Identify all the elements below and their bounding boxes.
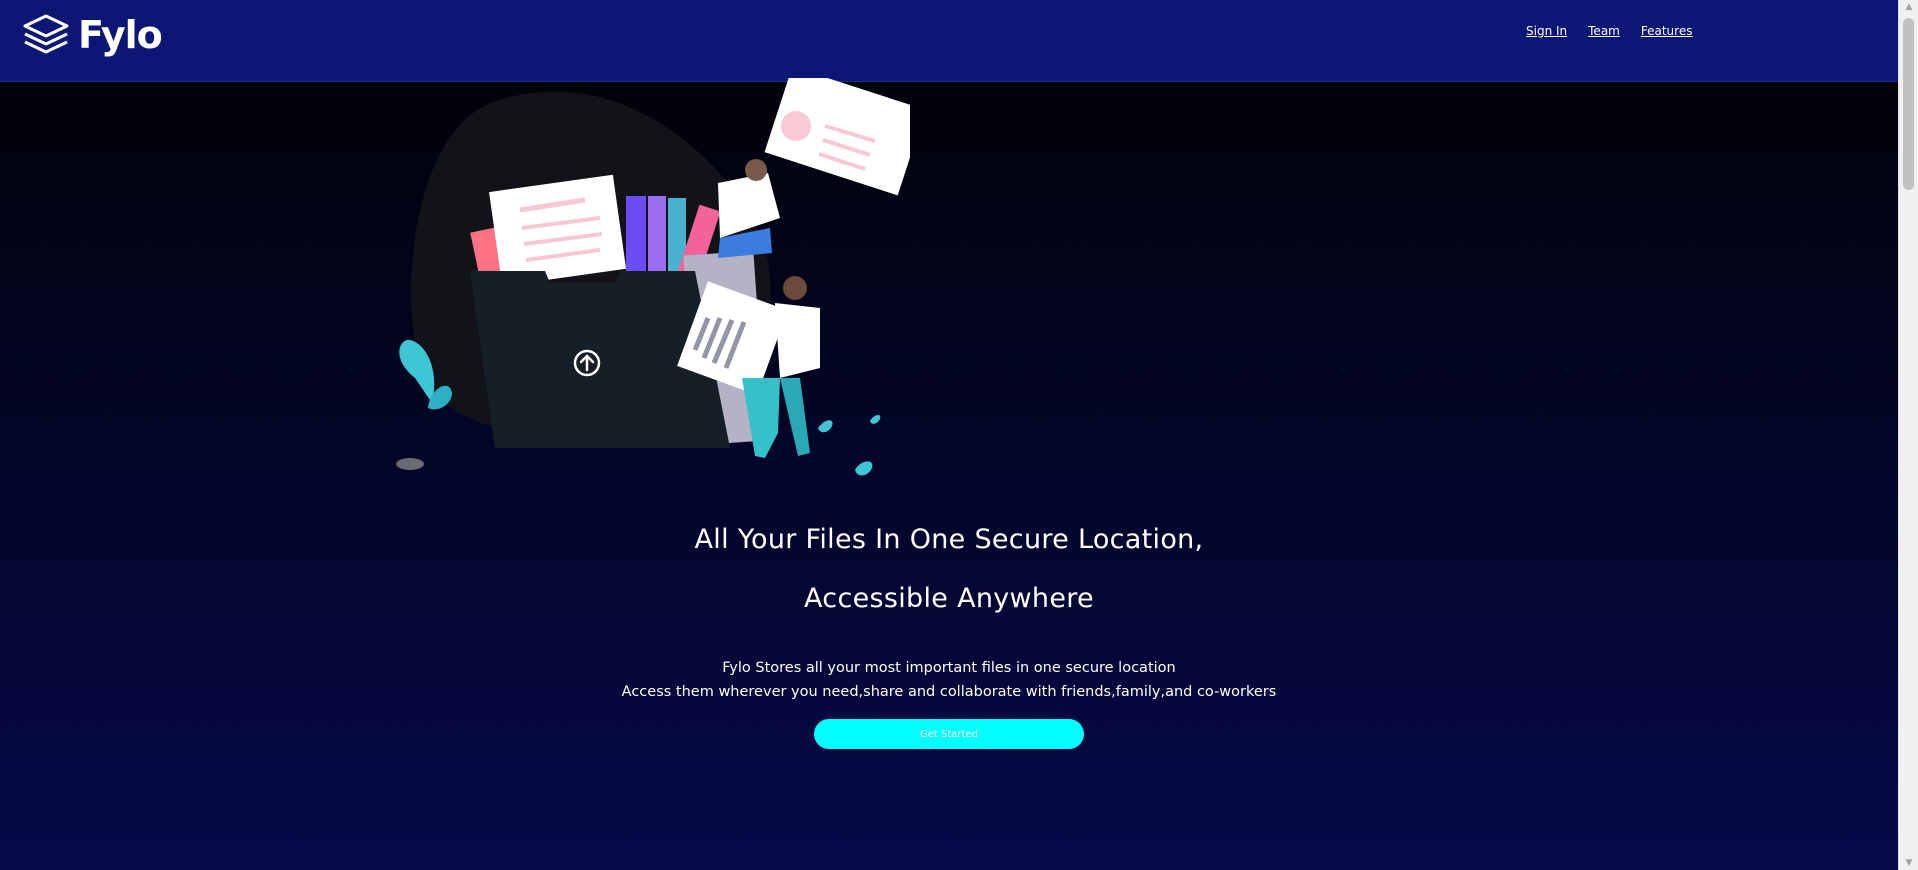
get-started-button[interactable]: Get Started: [814, 719, 1084, 749]
logo[interactable]: Fylo: [22, 13, 163, 57]
triangle-up-icon[interactable]: ▲: [1899, 0, 1918, 14]
scrollbar-thumb[interactable]: [1903, 18, 1914, 190]
person-torso: [775, 303, 820, 378]
stacked-layers-icon: [23, 14, 69, 54]
navbar: Fylo Sign In Team Features: [0, 0, 1898, 82]
leaf: [818, 420, 833, 433]
person-uploading-files-to-folder-illustration: [396, 78, 910, 476]
rock: [396, 458, 424, 470]
brand-name: Fylo: [78, 13, 163, 57]
person-head: [783, 276, 807, 300]
hero-title: All Your Files In One Secure Location, A…: [0, 510, 1898, 628]
vertical-scrollbar[interactable]: ▲ ▼: [1898, 0, 1918, 870]
triangle-down-icon[interactable]: ▼: [1899, 856, 1918, 870]
paper-circle: [781, 111, 811, 141]
paper-sheet: [489, 174, 627, 287]
leaf: [855, 461, 873, 476]
hero-desc-line-2: Access them wherever you need,share and …: [621, 684, 1277, 700]
hero-title-line-1: All Your Files In One Secure Location,: [694, 524, 1204, 555]
person-torso: [718, 173, 780, 238]
hero-desc-line-1: Fylo Stores all your most important file…: [722, 660, 1176, 676]
nav-sign-in-link[interactable]: Sign In: [1526, 24, 1567, 38]
person-head: [745, 159, 767, 181]
hero-title-line-2: Accessible Anywhere: [804, 583, 1094, 614]
nav-team-link[interactable]: Team: [1588, 24, 1620, 38]
nav-links: Sign In Team Features: [1526, 24, 1692, 38]
nav-features-link[interactable]: Features: [1641, 24, 1693, 38]
person-legs: [780, 378, 810, 456]
hero-description: Fylo Stores all your most important file…: [0, 656, 1898, 704]
leaf: [870, 415, 881, 424]
